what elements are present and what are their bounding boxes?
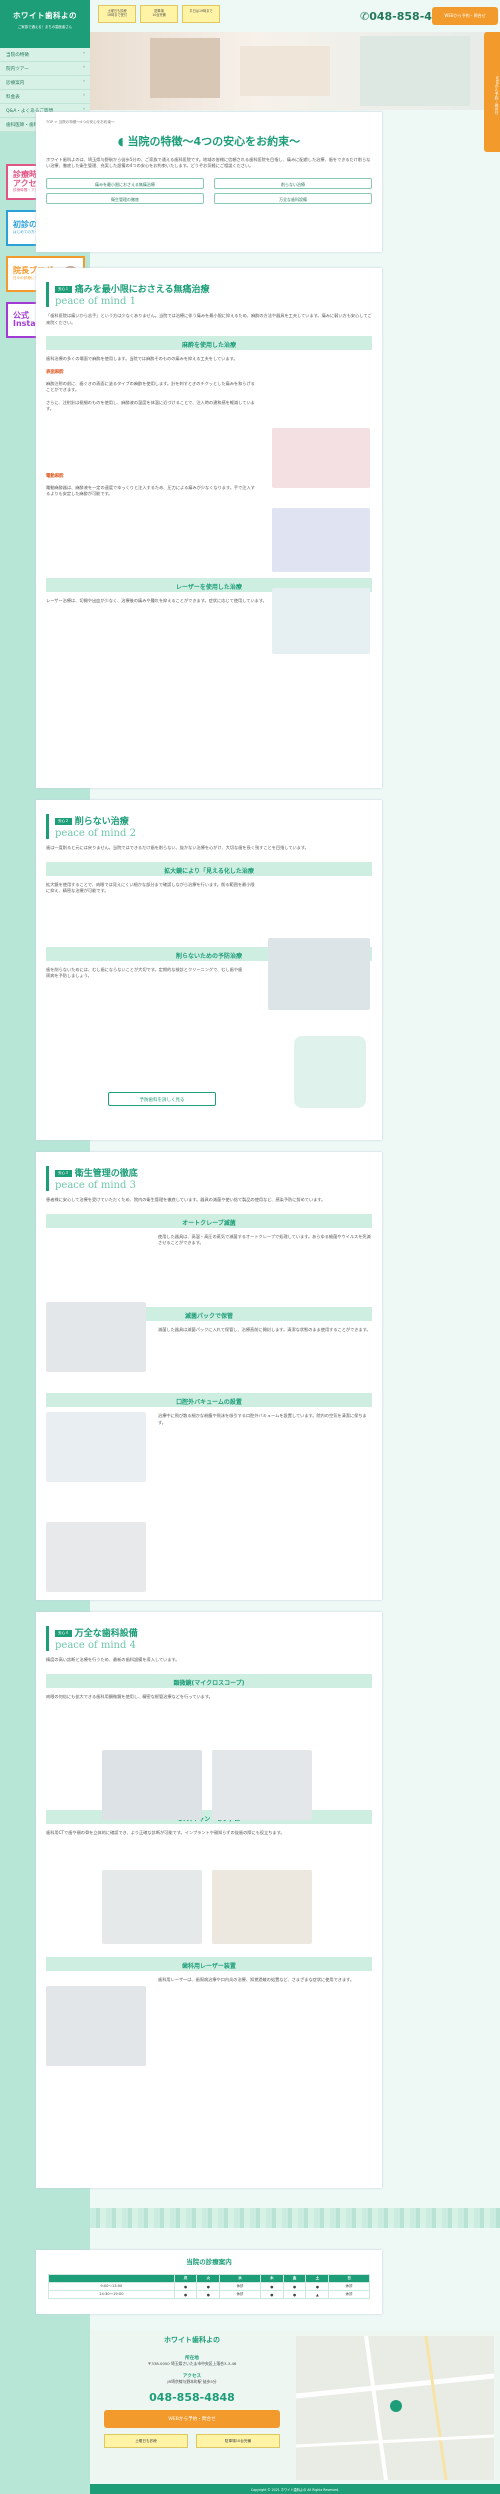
intro-card: TOP > 当院の特徴～4つの安心をお約束～ ◖ 当院の特徴～4つの安心をお約束… [36, 112, 382, 252]
weekday-badge: 平日は19時まで [182, 5, 220, 23]
hero-image [90, 32, 500, 110]
parking-badge: 駐車場 10台完備 [140, 5, 178, 23]
footer: ホワイト歯科よの 所在地 〒338-0000 埼玉県さいたま市中央区上落合3-3… [90, 2330, 500, 2480]
nav-item[interactable]: 院内ツアー [0, 62, 90, 76]
microscope-photo-2 [212, 1750, 312, 1820]
map-pin-icon [390, 2400, 402, 2412]
page-title: ◖ 当院の特徴～4つの安心をお約束～ [117, 135, 301, 148]
nav-item[interactable]: 診療案内 [0, 76, 90, 90]
anchor-link[interactable]: 痛みを最小限におさえる無痛治療 [46, 177, 204, 189]
section-peace-4: 安心４ 万全な歯科設備 peace of mind 4 精度の高い診断と治療を行うた… [36, 1612, 382, 2188]
section-peace-3: 安心３ 衛生管理の徹底 peace of mind 3 患者様に安心して治療を受けて… [36, 1152, 382, 1600]
microscope-photo-1 [102, 1750, 202, 1820]
city-decoration [90, 2208, 500, 2228]
preventive-link-button[interactable]: 予防歯科を詳しく見る [108, 1092, 216, 1106]
phone-icon: ✆ [360, 10, 370, 23]
clinic-logo[interactable]: ホワイト歯科よの ご家族で通える！まちの歯医者さん [0, 0, 90, 48]
section-peace-1: 安心１ 痛みを最小限におさえる無痛治療 peace of mind 1 「歯科医院は… [36, 268, 382, 788]
electric-anesthesia-photo [272, 508, 370, 572]
ct-photo-2 [212, 1870, 312, 1944]
anchor-links: 痛みを最小限におさえる無痛治療 削らない治療 衛生管理の徹底 万全な歯科設備 [46, 177, 372, 204]
copyright: Copyright © 2021 ホワイト歯科よの All Rights Res… [90, 2484, 500, 2494]
top-bar: 土曜日も診療 16時まで受付 駐車場 10台完備 平日は19時まで ✆048-8… [90, 0, 500, 32]
ct-photo-1 [102, 1870, 202, 1944]
anesthesia-illustration [272, 428, 370, 488]
anchor-link[interactable]: 衛生管理の徹底 [46, 192, 204, 204]
hours-title: 当院の診療案内 [186, 2258, 232, 2266]
magnifier-photo [268, 938, 370, 1010]
intro-text: ホワイト歯科よのは、埼玉県与野駅から徒歩5分の、ご家族で通える歯科医院です。地域… [46, 157, 371, 169]
vacuum-photo [46, 1522, 146, 1592]
anchor-link[interactable]: 削らない治療 [214, 177, 372, 189]
footer-phone[interactable]: 048-858-4848 [96, 2391, 288, 2404]
dentist-photo [272, 588, 370, 654]
footer-info: ホワイト歯科よの 所在地 〒338-0000 埼玉県さいたま市中央区上落合3-3… [96, 2330, 288, 2480]
nav-item[interactable]: 料金表 [0, 90, 90, 104]
section-peace-2: 安心２ 削らない治療 peace of mind 2 歯は一度削ると元には戻りません… [36, 800, 382, 1140]
nav-item[interactable]: 当院の特徴 [0, 48, 90, 62]
side-booking-button[interactable]: WEBから予約・問合せ [484, 32, 500, 152]
tooth-illustration [294, 1036, 366, 1108]
clinic-map[interactable] [296, 2336, 494, 2480]
hours-table: 月火水木金土日 9:00～13:00 ● ● 休診 ● ● ● 休診 14:30～19:00 ●… [48, 2274, 370, 2299]
hours-table-card: 当院の診療案内 月火水木金土日 9:00～13:00 ● ● 休診 ● ● ● 休診 14:3… [36, 2250, 382, 2314]
web-booking-button[interactable]: WEBから予約・問合せ [432, 7, 498, 25]
laser-photo [46, 1986, 146, 2066]
breadcrumb[interactable]: TOP > 当院の特徴～4つの安心をお約束～ [46, 120, 372, 125]
main-content: 土曜日も診療 16時まで受付 駐車場 10台完備 平日は19時まで ✆048-8… [90, 0, 500, 110]
saturday-badge: 土曜日も診療 16時まで受付 [98, 5, 136, 23]
anchor-link[interactable]: 万全な歯科設備 [214, 192, 372, 204]
footer-booking-button[interactable]: WEBから予約・問合せ [104, 2410, 280, 2428]
sterile-pack-photo [46, 1412, 146, 1482]
autoclave-photo [46, 1302, 146, 1372]
